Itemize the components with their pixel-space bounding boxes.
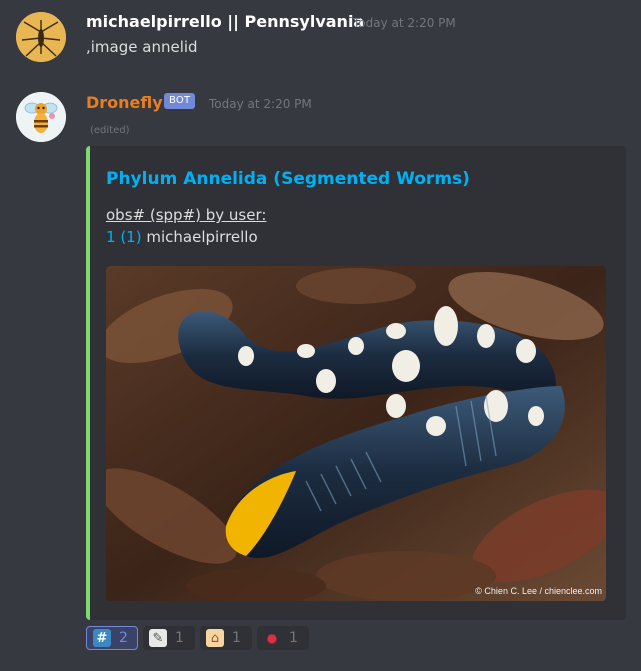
user-avatar[interactable] <box>16 12 66 62</box>
drone-bee-icon <box>16 92 66 142</box>
image-credit: © Chien C. Lee / chienclee.com <box>475 586 602 596</box>
taxon-photo[interactable]: © Chien C. Lee / chienclee.com <box>106 266 606 601</box>
reaction-hash[interactable]: # 2 <box>86 626 138 650</box>
embed-description-header: obs# (spp#) by user: <box>106 206 267 224</box>
annelid-photo-image: © Chien C. Lee / chienclee.com <box>106 266 606 601</box>
bot-username[interactable]: Dronefly <box>86 93 163 112</box>
reaction-house[interactable]: ⌂ 1 <box>200 626 252 650</box>
timestamp: Today at 2:20 PM <box>209 97 312 111</box>
reaction-count: 1 <box>232 630 241 646</box>
reaction-memo[interactable]: ✎ 1 <box>143 626 195 650</box>
hash-keycap-icon: # <box>93 629 111 647</box>
bot-avatar[interactable] <box>16 92 66 142</box>
spp-count-link[interactable]: (1) <box>120 228 141 246</box>
timestamp: Today at 2:20 PM <box>353 16 456 30</box>
embed-card: Phylum Annelida (Segmented Worms) obs# (… <box>86 146 626 620</box>
stats-user: michaelpirrello <box>146 228 258 246</box>
message-user: michaelpirrello || Pennsylvania Today at… <box>0 0 641 80</box>
username[interactable]: michaelpirrello || Pennsylvania <box>86 12 364 31</box>
reaction-count: 2 <box>119 630 128 646</box>
message-text: ,image annelid <box>86 38 198 56</box>
embed-description-stats: 1 (1) michaelpirrello <box>106 228 258 246</box>
obs-count-link[interactable]: 1 <box>106 228 116 246</box>
reaction-count: 1 <box>175 630 184 646</box>
memo-icon: ✎ <box>149 629 167 647</box>
bot-badge: BOT <box>164 93 196 109</box>
edited-label: (edited) <box>90 125 130 136</box>
reaction-count: 1 <box>289 630 298 646</box>
house-icon: ⌂ <box>206 629 224 647</box>
reaction-pushpin[interactable]: ● 1 <box>257 626 309 650</box>
mosquito-icon <box>16 12 66 62</box>
embed-title-link[interactable]: Phylum Annelida (Segmented Worms) <box>106 169 470 189</box>
round-pushpin-icon: ● <box>266 631 278 645</box>
